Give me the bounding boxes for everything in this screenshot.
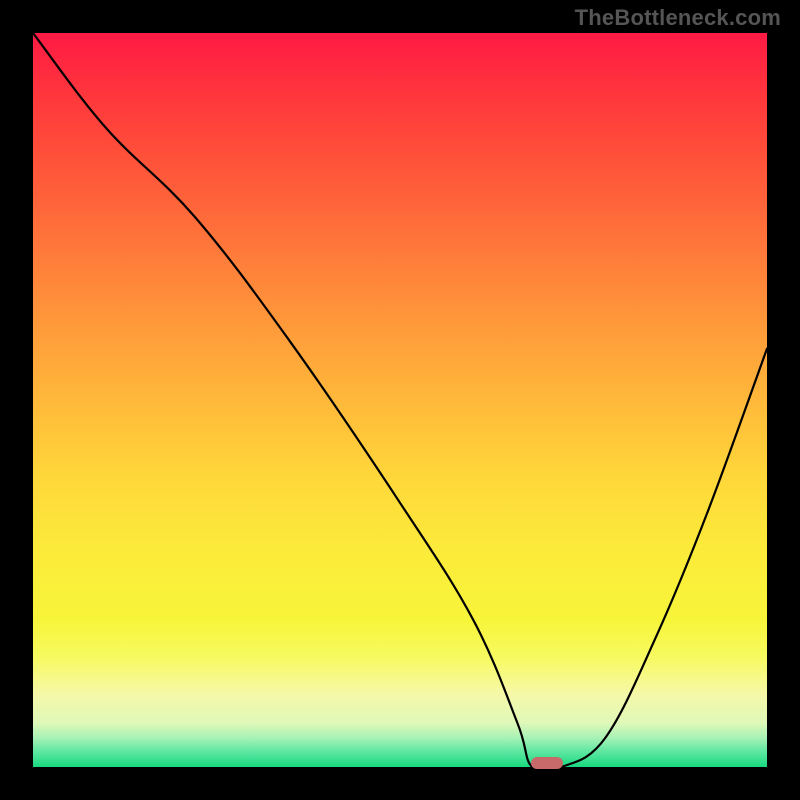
watermark-text: TheBottleneck.com (575, 5, 781, 31)
curve-svg (33, 33, 767, 767)
curve-path (33, 33, 767, 767)
chart-frame: TheBottleneck.com (0, 0, 800, 800)
plot-area (33, 33, 767, 767)
optimum-marker (531, 757, 563, 769)
